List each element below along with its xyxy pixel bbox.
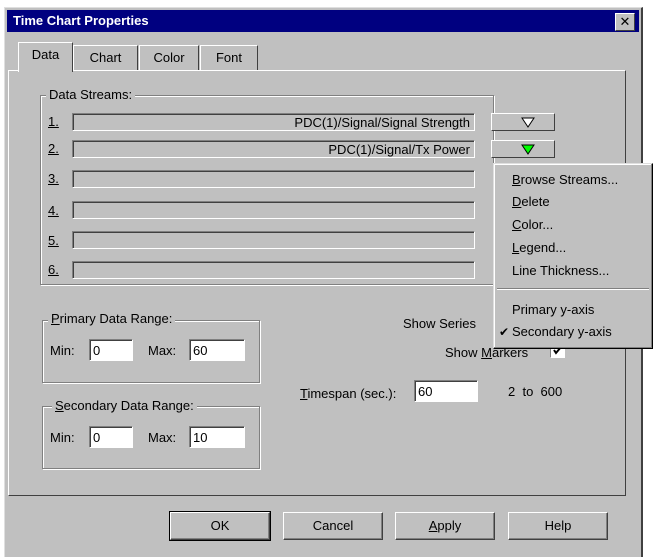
show-series-label: Show Series bbox=[403, 316, 476, 331]
ok-button[interactable]: OK bbox=[169, 511, 271, 541]
triangle-down-icon bbox=[521, 117, 535, 128]
close-icon: ✕ bbox=[619, 14, 631, 29]
menu-item-secondary-y-axis[interactable]: Secondary y-axis bbox=[512, 324, 612, 339]
secondary-max-input[interactable]: 10 bbox=[189, 426, 245, 448]
menu-item-legend[interactable]: Legend... bbox=[512, 240, 566, 255]
stream-4-field[interactable] bbox=[72, 201, 475, 219]
stream-2-dropdown-button[interactable] bbox=[491, 140, 555, 158]
check-icon: ✔ bbox=[499, 325, 510, 339]
context-menu: Browse Streams... Delete Color... Legend… bbox=[493, 163, 653, 349]
tab-chart[interactable]: Chart bbox=[73, 45, 138, 70]
window-title: Time Chart Properties bbox=[13, 13, 149, 28]
stream-1-field[interactable]: PDC(1)/Signal/Signal Strength bbox=[72, 113, 475, 131]
apply-button[interactable]: Apply bbox=[395, 512, 495, 540]
menu-item-browse-streams[interactable]: Browse Streams... bbox=[512, 172, 618, 187]
stream-3-number: 3. bbox=[48, 171, 59, 186]
primary-min-input[interactable]: 0 bbox=[89, 339, 133, 361]
tab-color[interactable]: Color bbox=[139, 45, 199, 70]
stream-5-field[interactable] bbox=[72, 231, 475, 249]
primary-range-label: Primary Data Range: bbox=[48, 311, 176, 326]
stream-6-number: 6. bbox=[48, 262, 59, 277]
triangle-down-icon bbox=[521, 144, 535, 155]
secondary-max-label: Max: bbox=[148, 430, 177, 445]
tab-color-label: Color bbox=[153, 50, 185, 65]
menu-item-delete[interactable]: Delete bbox=[512, 194, 550, 209]
stream-1-dropdown-button[interactable] bbox=[491, 113, 555, 131]
stream-6-field[interactable] bbox=[72, 261, 475, 279]
primary-min-label: Min: bbox=[50, 343, 75, 358]
primary-max-label: Max: bbox=[148, 343, 177, 358]
menu-item-color[interactable]: Color... bbox=[512, 217, 553, 232]
stream-2-number: 2. bbox=[48, 141, 59, 156]
stream-3-field[interactable] bbox=[72, 170, 475, 188]
cancel-button[interactable]: Cancel bbox=[283, 512, 383, 540]
title-bar: Time Chart Properties ✕ bbox=[7, 10, 639, 32]
stream-2-field[interactable]: PDC(1)/Signal/Tx Power bbox=[72, 140, 475, 158]
tab-chart-label: Chart bbox=[89, 50, 122, 65]
tab-data[interactable]: Data bbox=[18, 42, 73, 72]
data-streams-label: Data Streams: bbox=[46, 87, 136, 102]
secondary-range-label: Secondary Data Range: bbox=[52, 398, 197, 413]
tab-font[interactable]: Font bbox=[200, 45, 258, 70]
stream-4-number: 4. bbox=[48, 203, 59, 218]
menu-item-primary-y-axis[interactable]: Primary y-axis bbox=[512, 302, 594, 317]
tab-data-label: Data bbox=[31, 47, 60, 62]
menu-item-line-thickness[interactable]: Line Thickness... bbox=[512, 263, 609, 278]
primary-max-input[interactable]: 60 bbox=[189, 339, 245, 361]
menu-separator bbox=[497, 288, 649, 290]
timespan-range-text: 2 to 600 bbox=[508, 384, 563, 399]
timespan-input[interactable]: 60 bbox=[414, 380, 478, 402]
secondary-min-label: Min: bbox=[50, 430, 75, 445]
help-button[interactable]: Help bbox=[508, 512, 608, 540]
stream-1-number: 1. bbox=[48, 114, 59, 129]
timespan-label: Timespan (sec.): bbox=[300, 386, 397, 401]
close-button[interactable]: ✕ bbox=[615, 13, 635, 31]
tab-font-label: Font bbox=[215, 50, 242, 65]
secondary-min-input[interactable]: 0 bbox=[89, 426, 133, 448]
stream-5-number: 5. bbox=[48, 233, 59, 248]
